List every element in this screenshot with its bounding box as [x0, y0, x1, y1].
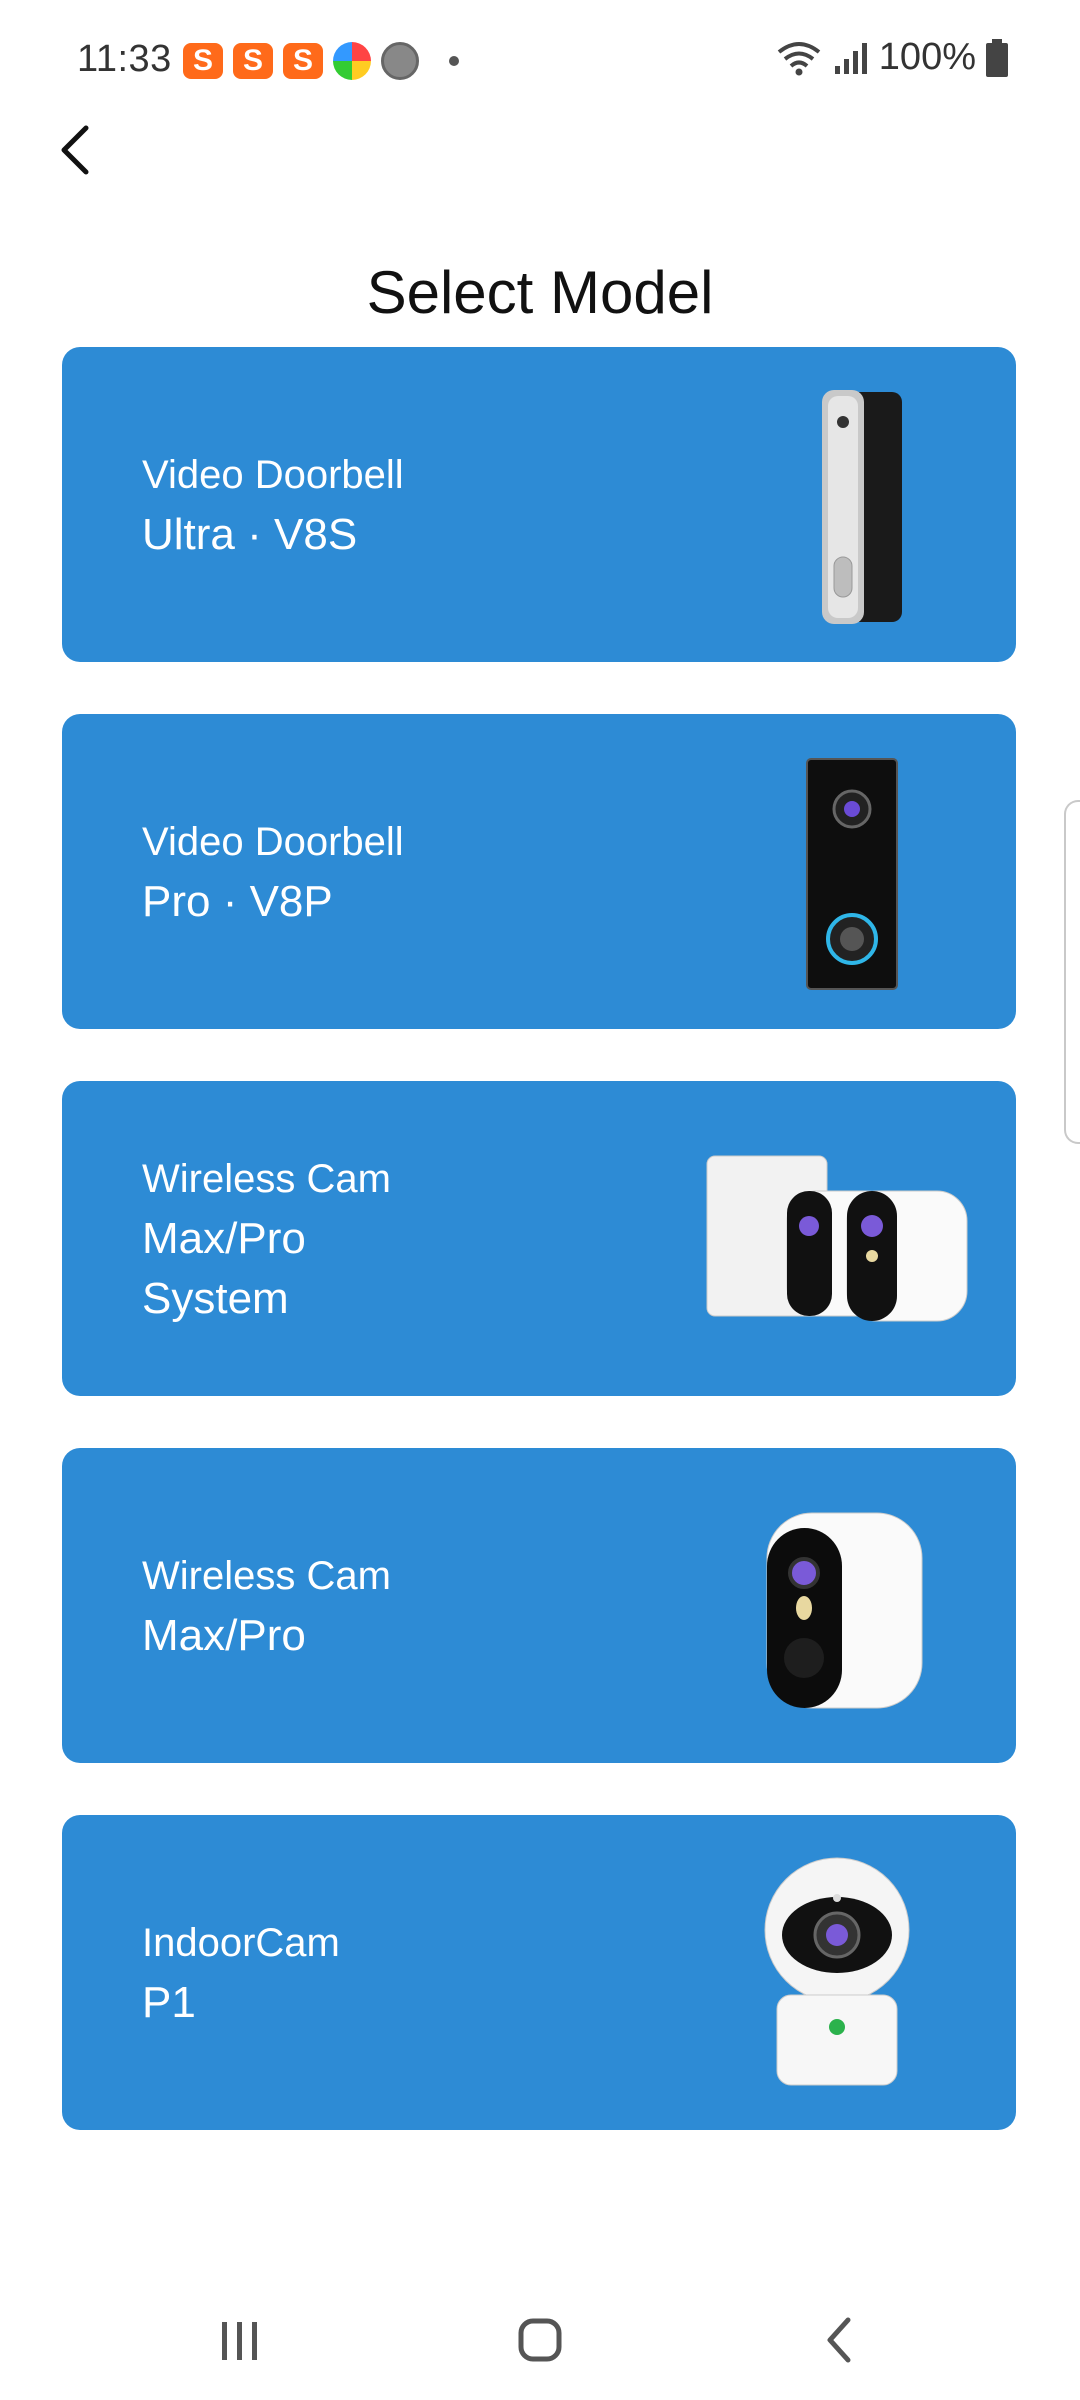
- system-nav-bar: [0, 2280, 1080, 2400]
- back-button[interactable]: [48, 120, 108, 180]
- model-name: Max/Pro System: [142, 1213, 306, 1323]
- s-app-icon: S: [183, 43, 223, 79]
- model-series: Video Doorbell: [142, 452, 404, 497]
- card-text: Video Doorbell Ultra · V8S: [142, 347, 404, 662]
- model-card-v8s[interactable]: Video Doorbell Ultra · V8S: [62, 347, 1016, 662]
- model-series: Wireless Cam: [142, 1553, 391, 1598]
- page-title: Select Model: [366, 259, 714, 327]
- doorbell-pro-image: [806, 758, 898, 990]
- camera-system-image: [706, 1155, 968, 1322]
- nav-back-icon: [827, 2317, 851, 2363]
- s-app-icon: S: [233, 43, 273, 79]
- model-card-camera-system[interactable]: Wireless Cam Max/Pro System: [62, 1081, 1016, 1396]
- scroll-indicator: [1064, 800, 1080, 1144]
- home-icon: [518, 2318, 562, 2362]
- model-card-wireless-cam[interactable]: Wireless Cam Max/Pro: [62, 1448, 1016, 1763]
- home-button[interactable]: [500, 2310, 580, 2370]
- card-text: Video Doorbell Pro · V8P: [142, 714, 404, 1029]
- battery-percent: 100%: [878, 36, 976, 78]
- model-card-v8p[interactable]: Video Doorbell Pro · V8P: [62, 714, 1016, 1029]
- model-name: Pro · V8P: [142, 876, 333, 926]
- model-card-indoorcam-p1[interactable]: IndoorCam P1: [62, 1815, 1016, 2130]
- doorbell-ultra-image: [822, 390, 902, 624]
- recent-apps-icon: [222, 2322, 257, 2360]
- card-text: Wireless Cam Max/Pro: [142, 1448, 391, 1763]
- status-right: 100%: [775, 36, 1008, 79]
- model-series: Wireless Cam: [142, 1156, 391, 1201]
- model-list: Video Doorbell Ultra · V8S Video Doorbel…: [62, 347, 1016, 2182]
- model-series: IndoorCam: [142, 1920, 340, 1965]
- battery-icon: [986, 38, 1008, 77]
- model-series: Video Doorbell: [142, 819, 404, 864]
- wifi-icon: [777, 41, 821, 75]
- recent-apps-button[interactable]: [200, 2310, 280, 2370]
- model-name: P1: [142, 1977, 196, 2027]
- more-notifications-icon: [449, 56, 459, 66]
- game-icon: [381, 42, 419, 80]
- browser-icon: [333, 42, 371, 80]
- indoor-cam-image: [764, 1857, 910, 2086]
- s-app-icon: S: [283, 43, 323, 79]
- card-text: Wireless Cam Max/Pro System: [142, 1081, 391, 1396]
- model-name: Ultra · V8S: [142, 509, 358, 559]
- notification-icons: S S S: [183, 42, 459, 80]
- status-time: 11:33: [77, 38, 172, 80]
- status-bar: 11:33 S S S 100%: [0, 0, 1080, 125]
- signal-icon: [834, 42, 867, 74]
- back-arrow-icon: [61, 125, 89, 175]
- nav-back-button[interactable]: [800, 2310, 880, 2370]
- wireless-cam-image: [766, 1512, 923, 1709]
- model-name: Max/Pro: [142, 1610, 306, 1660]
- card-text: IndoorCam P1: [142, 1815, 340, 2130]
